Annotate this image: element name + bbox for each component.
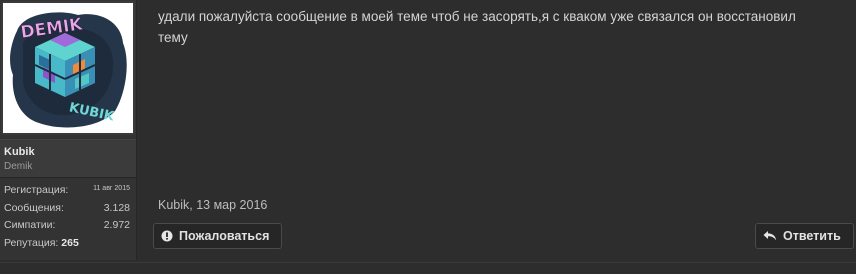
avatar-frame[interactable]: DEMIK KUBIK bbox=[1, 1, 135, 135]
post-message: удали пожалуйста сообщение в моей теме ч… bbox=[158, 9, 796, 45]
stat-label: Симпатии: bbox=[4, 219, 56, 231]
stat-label: Сообщения: bbox=[4, 201, 64, 214]
stat-label: Регистрация: bbox=[4, 184, 69, 196]
stat-messages: Сообщения: 3.128 bbox=[0, 200, 136, 218]
stat-reputation: Репутация: 265 bbox=[0, 235, 136, 253]
stat-value[interactable]: 3.128 bbox=[104, 202, 130, 214]
user-title: Demik bbox=[4, 161, 33, 172]
report-button-label: Пожаловаться bbox=[179, 229, 270, 243]
demik-kubik-logo-icon: DEMIK KUBIK bbox=[3, 3, 133, 133]
username-link[interactable]: Kubik bbox=[4, 146, 35, 158]
stat-value: 265 bbox=[61, 236, 79, 249]
user-name-box: Kubik Demik bbox=[0, 139, 136, 178]
user-info-panel: DEMIK KUBIK Kubik Demik Регистрация: 11 … bbox=[0, 0, 137, 260]
stat-registration: Регистрация: 11 авг 2015 bbox=[0, 182, 136, 200]
post-divider bbox=[0, 262, 856, 263]
stat-label: Репутация: bbox=[4, 236, 59, 249]
reply-arrow-icon bbox=[763, 230, 777, 242]
stat-value: 2.972 bbox=[103, 219, 130, 231]
reply-button-label: Ответить bbox=[783, 229, 841, 243]
forum-post: DEMIK KUBIK Kubik Demik Регистрация: 11 … bbox=[0, 0, 856, 274]
stat-value: 11 авг 2015 bbox=[93, 185, 130, 192]
user-stats: Регистрация: 11 авг 2015 Сообщения: 3.12… bbox=[0, 182, 136, 252]
stat-likes: Симпатии: 2.972 bbox=[0, 217, 136, 235]
post-meta[interactable]: Kubik, 13 мар 2016 bbox=[158, 198, 267, 212]
stat-reputation-line: Репутация: 265 bbox=[4, 237, 79, 249]
avatar[interactable]: DEMIK KUBIK bbox=[3, 3, 133, 133]
report-button[interactable]: Пожаловаться bbox=[153, 223, 282, 249]
exclamation-icon bbox=[161, 230, 173, 242]
reply-button[interactable]: Ответить bbox=[755, 223, 854, 249]
